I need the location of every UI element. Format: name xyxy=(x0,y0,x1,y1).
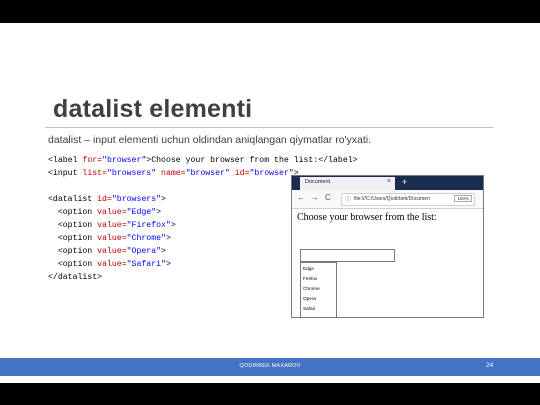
code-line: <option value="Edge"> xyxy=(48,206,161,219)
page-number: 24 xyxy=(486,362,494,369)
code-token: id= xyxy=(97,195,112,204)
code-token: </datalist> xyxy=(48,273,103,282)
code-token: for= xyxy=(82,156,103,165)
code-token: value= xyxy=(97,234,127,243)
new-tab-icon: + xyxy=(402,177,408,187)
browser-page-label: Choose your browser from the list: xyxy=(297,212,437,223)
code-token: > xyxy=(156,208,162,217)
footer-author: QODIRBEK MAXAROV xyxy=(239,363,301,369)
forward-icon: → xyxy=(311,193,319,202)
code-line: <option value="Opera"> xyxy=(48,245,166,258)
info-icon: ⓘ xyxy=(345,198,352,204)
url-text: file:///C:/Users/Qodirbek/Documen xyxy=(354,196,430,202)
code-line: </datalist> xyxy=(48,271,102,284)
code-token: <option xyxy=(48,247,98,256)
code-token: "Firefox" xyxy=(126,221,171,230)
code-token: > xyxy=(170,221,176,230)
code-token: id= xyxy=(234,169,250,178)
slide-subtitle: datalist – input elementi uchun oldindan… xyxy=(48,134,372,146)
back-icon: ← xyxy=(297,193,305,202)
reload-icon: C xyxy=(325,193,331,202)
title-divider xyxy=(45,127,493,128)
datalist-option: Safari xyxy=(303,306,316,311)
datalist-option: Firefox xyxy=(303,276,318,281)
zoom-badge: 150% xyxy=(454,195,472,202)
url-bar: ⓘ file:///C:/Users/Qodirbek/Documen 150% xyxy=(341,193,475,206)
code-token: > xyxy=(161,247,166,256)
browser-tab-bar: Document × + xyxy=(292,176,483,190)
code-token: <label xyxy=(48,156,83,165)
slide-canvas: datalist elementi datalist – input eleme… xyxy=(0,23,540,383)
browser-tab: Document × xyxy=(300,177,395,190)
code-line: <label for="browser">Choose your browser… xyxy=(48,154,358,167)
code-token: <option xyxy=(48,234,98,243)
code-token: "browser" xyxy=(102,156,147,165)
code-token: <option xyxy=(48,221,98,230)
code-token: "browsers" xyxy=(111,195,162,204)
code-token: value= xyxy=(97,208,127,217)
code-line: <option value="Firefox"> xyxy=(48,219,176,232)
code-token: <input xyxy=(48,169,83,178)
code-token: value= xyxy=(97,221,127,230)
slide-title: datalist elementi xyxy=(53,95,253,123)
code-line: <option value="Chrome"> xyxy=(48,232,171,245)
code-token: "Opera" xyxy=(126,247,162,256)
code-token: "Safari" xyxy=(126,260,166,269)
code-token: <option xyxy=(48,260,98,269)
browser-input xyxy=(300,249,395,262)
browser-tab-title: Document xyxy=(305,179,331,185)
code-line: <option value="Safari"> xyxy=(48,258,171,271)
code-token: "Edge" xyxy=(126,208,157,217)
code-token: "Chrome" xyxy=(126,234,166,243)
datalist-dropdown: Edge Firefox Chrome Opera Safari xyxy=(300,262,337,317)
code-token: "browser" xyxy=(249,169,294,178)
datalist-option: Edge xyxy=(303,266,314,271)
code-token: name= xyxy=(161,169,186,178)
code-token: "browsers" xyxy=(106,169,162,178)
code-token: value= xyxy=(97,260,127,269)
slide-footer: QODIRBEK MAXAROV 24 xyxy=(0,358,540,376)
datalist-option: Chrome xyxy=(303,286,320,291)
code-token: list= xyxy=(82,169,107,178)
close-icon: × xyxy=(386,178,391,185)
browser-nav-bar: ← → C ⓘ file:///C:/Users/Qodirbek/Docume… xyxy=(292,190,483,209)
code-token: value= xyxy=(97,247,127,256)
code-token: "browser" xyxy=(185,169,235,178)
code-token: > xyxy=(165,260,171,269)
datalist-option: Opera xyxy=(303,296,317,301)
code-token: > xyxy=(161,195,166,204)
code-line: <datalist id="browsers"> xyxy=(48,193,166,206)
code-line: <input list="browsers" name="browser" id… xyxy=(48,167,299,180)
code-token: <datalist xyxy=(48,195,98,204)
browser-screenshot: Document × + ← → C ⓘ file:///C:/Users/Qo… xyxy=(291,175,484,318)
code-token: >Choose your browser from the list:</lab… xyxy=(146,156,358,165)
code-token: <option xyxy=(48,208,98,217)
code-token: > xyxy=(165,234,171,243)
slide-background: datalist elementi datalist – input eleme… xyxy=(0,0,540,405)
